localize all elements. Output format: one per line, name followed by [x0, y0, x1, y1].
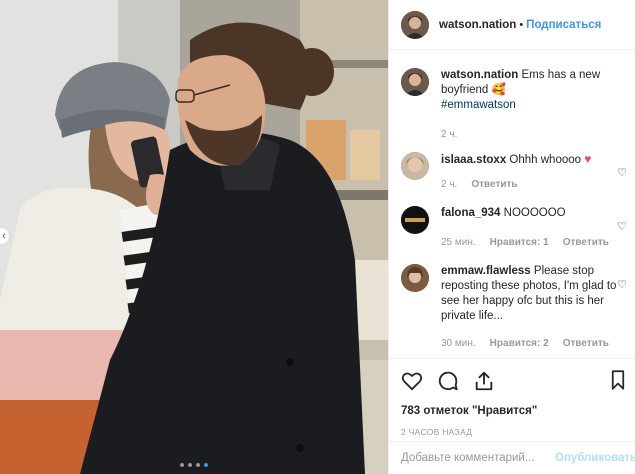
- reply-button[interactable]: Ответить: [563, 235, 609, 250]
- avatar[interactable]: [401, 264, 429, 292]
- like-comment-icon[interactable]: ♡: [617, 166, 627, 179]
- avatar[interactable]: [401, 206, 429, 234]
- avatar[interactable]: [401, 10, 429, 39]
- share-icon[interactable]: [473, 370, 495, 392]
- comment-icon[interactable]: [437, 370, 459, 392]
- comment-text: NOOOOOO: [503, 207, 566, 219]
- post-actions: 783 отметок "Нравится" 2 ЧАСОВ НАЗАД: [389, 358, 635, 437]
- avatar[interactable]: [401, 152, 429, 180]
- hashtag-link[interactable]: #emmawatson: [441, 99, 516, 111]
- smiling-face-hearts-icon: 🥰: [491, 84, 506, 96]
- follow-button[interactable]: Подписаться: [526, 19, 601, 31]
- header-username[interactable]: watson.nation: [439, 19, 516, 31]
- carousel-dot: [204, 463, 208, 467]
- caption-time[interactable]: 2 ч.: [441, 127, 457, 142]
- comment-time[interactable]: 2 ч.: [441, 177, 457, 192]
- carousel-dot: [180, 463, 184, 467]
- photo-image: [0, 0, 388, 474]
- comment-likes[interactable]: Нравится: 1: [490, 235, 549, 250]
- reply-button[interactable]: Ответить: [471, 177, 517, 192]
- comment-item: emmaw.flawless Please stop reposting the…: [401, 264, 627, 351]
- comment-item: islaaa.stoxx Ohhh whoooo ♥ 2 ч. Ответить…: [401, 152, 627, 192]
- post-comment-button[interactable]: Опубликовать: [555, 452, 635, 464]
- comment-text: Ohhh whoooo: [509, 154, 582, 166]
- add-comment-bar: Опубликовать: [389, 441, 635, 474]
- comments-list[interactable]: watson.nation Ems has a new boyfriend 🥰 …: [389, 50, 635, 358]
- like-comment-icon[interactable]: ♡: [617, 278, 627, 291]
- comment-input[interactable]: [401, 452, 555, 464]
- carousel-dot: [196, 463, 200, 467]
- comment-time[interactable]: 30 мин.: [441, 336, 476, 351]
- comment-username[interactable]: emmaw.flawless: [441, 265, 531, 277]
- reply-button[interactable]: Ответить: [563, 336, 609, 351]
- header-separator: •: [519, 18, 524, 31]
- carousel-dots: [0, 463, 388, 467]
- carousel-dot: [188, 463, 192, 467]
- comment-time[interactable]: 25 мин.: [441, 235, 476, 250]
- heart-icon[interactable]: [401, 371, 423, 391]
- caption-username[interactable]: watson.nation: [441, 69, 518, 81]
- comment-item: falona_934 NOOOOOO 25 мин. Нравится: 1 О…: [401, 206, 627, 250]
- like-comment-icon[interactable]: ♡: [617, 220, 627, 233]
- comment-likes[interactable]: Нравится: 2: [490, 336, 549, 351]
- caption: watson.nation Ems has a new boyfriend 🥰 …: [401, 68, 623, 142]
- comment-username[interactable]: islaaa.stoxx: [441, 154, 506, 166]
- chevron-left-icon: ‹: [2, 230, 6, 242]
- post-side-panel: watson.nation • Подписаться watson.natio…: [388, 0, 635, 474]
- post-photo[interactable]: ‹: [0, 0, 388, 474]
- likes-count[interactable]: 783 отметок "Нравится": [401, 405, 623, 417]
- avatar[interactable]: [401, 68, 429, 96]
- comment-username[interactable]: falona_934: [441, 207, 500, 219]
- post-header: watson.nation • Подписаться: [389, 0, 635, 50]
- post-timestamp[interactable]: 2 ЧАСОВ НАЗАД: [401, 427, 623, 437]
- red-heart-icon: ♥: [584, 152, 592, 166]
- bookmark-icon[interactable]: [611, 369, 625, 391]
